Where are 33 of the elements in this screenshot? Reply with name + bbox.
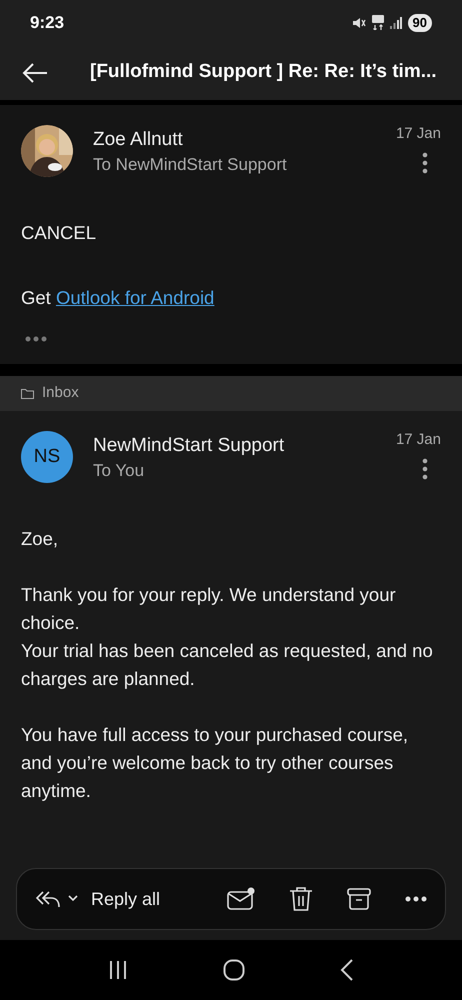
reply-all-button[interactable]: Reply all (35, 886, 160, 912)
message-text: You have full access to your purchased course, and you’re welcome back to try other courses anytime. (21, 723, 410, 803)
email-subject: [Fullofmind Support ] Re: Re: It’s tim... (90, 60, 437, 84)
folder-icon (21, 388, 34, 399)
message-text: Thank you for your reply. We understand your choice. Your trial has been canceled as requested, and no charges are planned. (21, 583, 434, 691)
outlook-link[interactable]: Outlook for Android (56, 284, 214, 312)
sender-avatar: NS (21, 431, 73, 483)
kebab-icon (422, 152, 428, 174)
mark-unread-button[interactable] (227, 887, 255, 911)
network-icon (372, 15, 384, 30)
battery-level: 90 (408, 14, 432, 32)
archive-button[interactable] (347, 887, 371, 911)
reply-all-icon (35, 889, 79, 909)
sender-name: NewMindStart Support (93, 434, 286, 458)
delete-button[interactable] (289, 886, 313, 912)
recipient-line: To NewMindStart Support (93, 154, 288, 176)
message-text: Zoe, (21, 527, 60, 551)
message-text: Get (21, 286, 52, 310)
message-date: 17 Jan (396, 430, 441, 450)
mute-icon (352, 16, 366, 30)
sender-name: Zoe Allnutt (93, 128, 184, 152)
status-time: 9:23 (30, 12, 64, 34)
show-quoted-button[interactable] (25, 334, 47, 344)
more-button[interactable] (405, 896, 427, 902)
back-nav-button[interactable] (340, 959, 354, 981)
recent-apps-button[interactable] (108, 960, 128, 980)
home-button[interactable] (222, 959, 245, 981)
message-text: CANCEL (21, 221, 98, 245)
signal-icon (390, 16, 402, 28)
folder-label: Inbox (42, 383, 79, 404)
recipient-line: To You (93, 460, 146, 482)
kebab-icon (422, 458, 428, 480)
message-date: 17 Jan (396, 124, 441, 144)
